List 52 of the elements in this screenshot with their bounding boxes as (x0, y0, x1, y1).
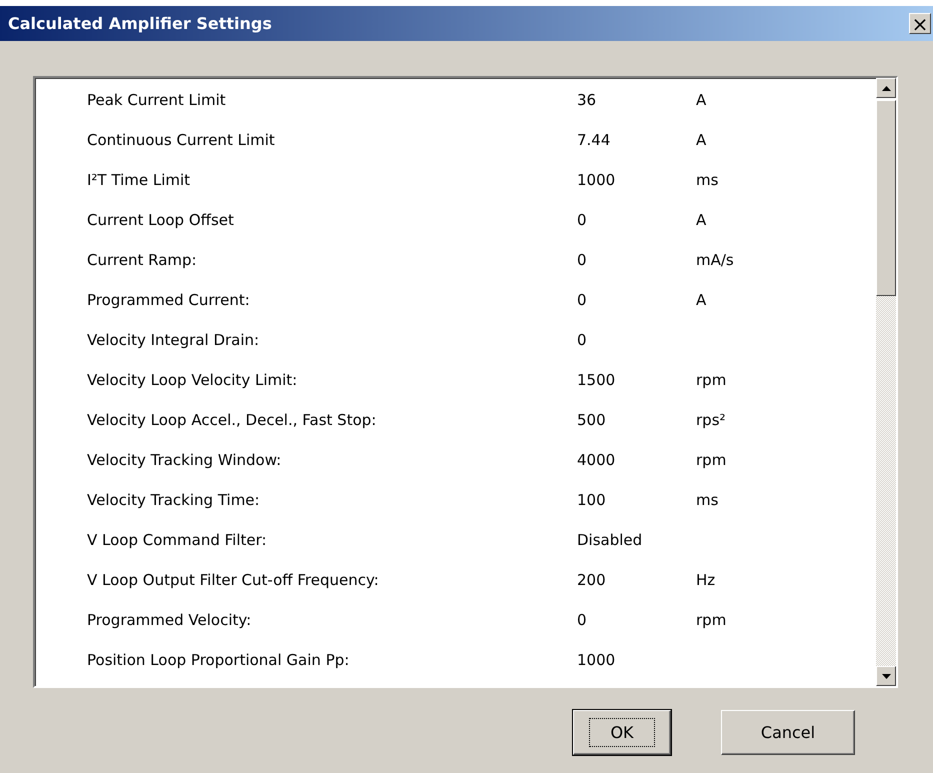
setting-unit: rpm (696, 451, 728, 469)
down-arrow-icon (882, 674, 890, 678)
setting-unit: A (696, 91, 708, 109)
setting-label: Velocity Loop Accel., Decel., Fast Stop: (87, 411, 378, 429)
setting-value: 0 (577, 331, 588, 349)
scroll-up-button[interactable] (876, 78, 896, 98)
setting-value: 500 (577, 411, 607, 429)
setting-unit: Hz (696, 571, 716, 589)
setting-unit: A (696, 291, 708, 309)
setting-label: I²T Time Limit (87, 171, 192, 189)
setting-label: Velocity Tracking Window: (87, 451, 282, 469)
setting-label: Programmed Velocity: (87, 611, 252, 629)
setting-value: Disabled (577, 531, 644, 549)
setting-unit: rps² (696, 411, 727, 429)
setting-label: Programmed Current: (87, 291, 251, 309)
setting-label: Peak Current Limit (87, 91, 227, 109)
setting-value: 7.44 (577, 131, 612, 149)
setting-unit: ms (696, 171, 720, 189)
cancel-button[interactable]: Cancel (721, 710, 855, 755)
setting-value: 36 (577, 91, 598, 109)
setting-label: Continuous Current Limit (87, 131, 276, 149)
ok-button[interactable]: OK (573, 710, 671, 755)
setting-label: Velocity Tracking Time: (87, 491, 261, 509)
setting-value: 4000 (577, 451, 616, 469)
setting-unit: ms (696, 491, 720, 509)
scroll-thumb[interactable] (876, 100, 896, 296)
setting-label: Current Loop Offset (87, 211, 235, 229)
setting-label: V Loop Output Filter Cut-off Frequency: (87, 571, 380, 589)
setting-unit: A (696, 211, 708, 229)
setting-label: V Loop Command Filter: (87, 531, 268, 549)
setting-label: Velocity Integral Drain: (87, 331, 260, 349)
setting-value: 100 (577, 491, 607, 509)
setting-unit: rpm (696, 371, 728, 389)
window-title: Calculated Amplifier Settings (8, 14, 272, 33)
setting-value: 1000 (577, 651, 616, 669)
scroll-down-button[interactable] (876, 666, 896, 686)
setting-label: Current Ramp: (87, 251, 198, 269)
setting-value: 1000 (577, 171, 616, 189)
setting-label: Velocity Loop Velocity Limit: (87, 371, 298, 389)
setting-unit: A (696, 131, 708, 149)
setting-value: 200 (577, 571, 607, 589)
setting-value: 1500 (577, 371, 616, 389)
setting-unit: rpm (696, 611, 728, 629)
up-arrow-icon (882, 86, 890, 90)
setting-value: 0 (577, 611, 588, 629)
setting-value: 0 (577, 291, 588, 309)
setting-value: 0 (577, 211, 588, 229)
setting-label: Position Loop Proportional Gain Pp: (87, 651, 350, 669)
setting-value: 0 (577, 251, 588, 269)
setting-unit: mA/s (696, 251, 735, 269)
close-button[interactable]: × (909, 13, 931, 34)
scrollbar[interactable] (876, 78, 896, 686)
